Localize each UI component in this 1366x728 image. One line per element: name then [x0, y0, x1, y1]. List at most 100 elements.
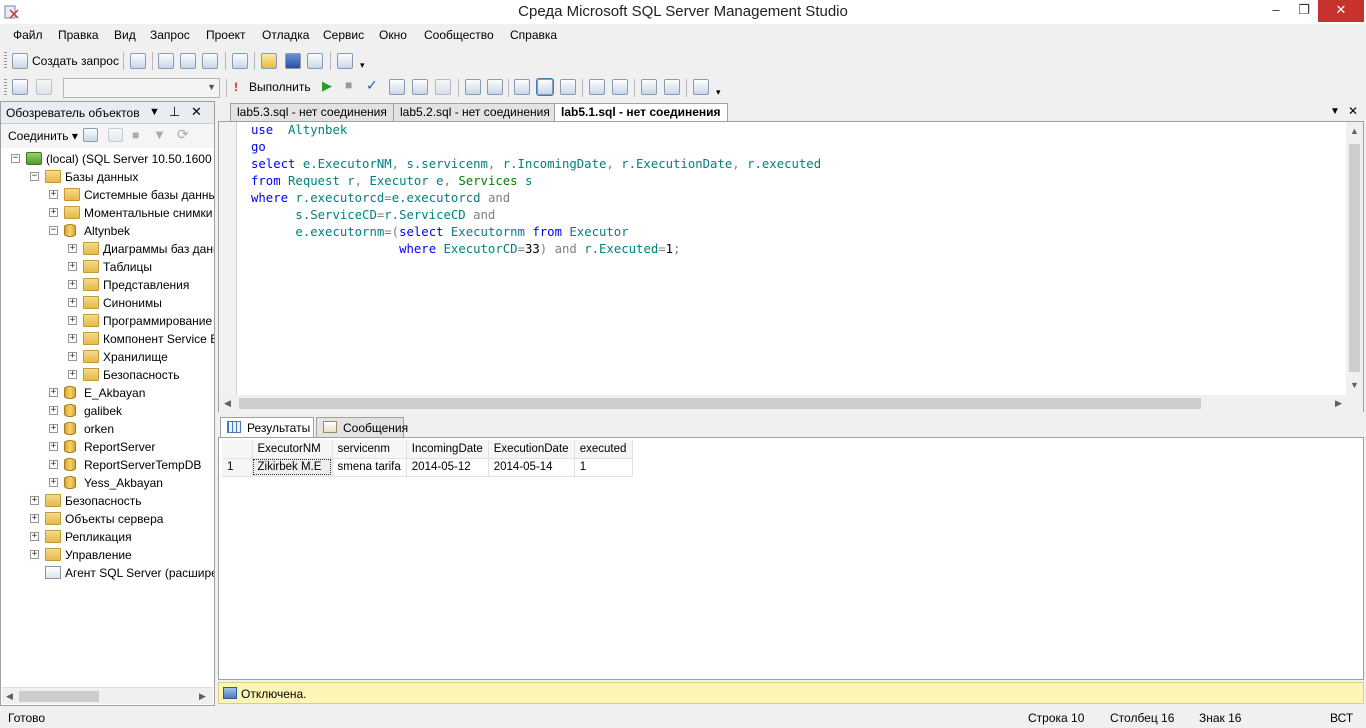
tree-node[interactable]: − Altynbek — [1, 222, 214, 240]
toolbar-grip[interactable] — [4, 79, 7, 97]
scroll-up-icon[interactable]: ▲ — [1350, 126, 1359, 136]
menu-query[interactable]: Запрос — [150, 28, 190, 42]
expand-icon[interactable]: + — [30, 496, 39, 505]
panel-menu-chevron-icon[interactable]: ▼ — [149, 106, 160, 118]
tree-node[interactable]: + Моментальные снимки — [1, 204, 214, 222]
table-row[interactable]: 1 Zikirbek M.E smena tarifa 2014-05-12 2… — [222, 458, 633, 477]
grid-cell[interactable]: smena tarifa — [332, 458, 407, 477]
results-to-text-icon[interactable] — [514, 79, 530, 95]
tree-node[interactable]: + Репликация — [1, 528, 214, 546]
menu-debug[interactable]: Отладка — [262, 28, 309, 42]
database-engine-query-icon[interactable] — [158, 53, 174, 69]
new-project-icon[interactable] — [232, 53, 248, 69]
scroll-left-icon[interactable]: ◀ — [6, 691, 13, 702]
dmx-query-icon[interactable] — [202, 53, 218, 69]
results-to-file-icon[interactable] — [560, 79, 576, 95]
tree-node[interactable]: + Yess_Akbayan — [1, 474, 214, 492]
tab-results[interactable]: Результаты — [220, 417, 314, 437]
pin-icon[interactable]: ⊥ — [169, 104, 180, 120]
menu-project[interactable]: Проект — [206, 28, 246, 42]
new-file-icon[interactable] — [130, 53, 146, 69]
grid-cell[interactable]: 2014-05-14 — [488, 458, 575, 477]
expand-icon[interactable]: + — [68, 334, 77, 343]
menu-view[interactable]: Вид — [114, 28, 136, 42]
expand-icon[interactable]: + — [68, 280, 77, 289]
tree-node[interactable]: + ReportServer — [1, 438, 214, 456]
code-line[interactable]: e.executornm=(select Executornm from Exe… — [251, 224, 821, 241]
code-line[interactable]: s.ServiceCD=r.ServiceCD and — [251, 207, 821, 224]
comment-out-icon[interactable] — [589, 79, 605, 95]
expand-icon[interactable]: + — [68, 352, 77, 361]
editor-hscrollbar[interactable]: ◀ ▶ — [219, 395, 1363, 412]
toolbar-overflow-icon[interactable]: ▾ — [360, 60, 365, 71]
scroll-right-icon[interactable]: ▶ — [199, 691, 206, 702]
scrollbar-thumb[interactable] — [1349, 144, 1360, 372]
sql-code[interactable]: use Altynbek go select e.ExecutorNM, s.ser… — [251, 122, 821, 258]
connect-icon[interactable] — [12, 79, 28, 95]
collapse-icon[interactable]: − — [30, 172, 39, 181]
tree-node[interactable]: + Безопасность — [1, 366, 214, 384]
tree-node[interactable]: + Управление — [1, 546, 214, 564]
close-tab-icon[interactable]: ✕ — [1348, 104, 1358, 118]
collapse-icon[interactable]: − — [11, 154, 20, 163]
decrease-indent-icon[interactable] — [641, 79, 657, 95]
menu-file[interactable]: Файл — [13, 28, 43, 42]
tree-node[interactable]: + Объекты сервера — [1, 510, 214, 528]
scroll-down-icon[interactable]: ▼ — [1350, 380, 1359, 390]
scrollbar-thumb[interactable] — [19, 691, 99, 702]
code-line[interactable]: select e.ExecutorNM, s.servicenm, r.Inco… — [251, 156, 821, 173]
minimize-button[interactable]: – — [1262, 0, 1290, 22]
column-header[interactable]: ExecutorNM — [252, 440, 333, 459]
tab-list-chevron-icon[interactable]: ▼ — [1330, 106, 1340, 117]
tree-node[interactable]: + Безопасность — [1, 492, 214, 510]
row-number-header[interactable] — [222, 440, 253, 459]
new-query-button[interactable]: Создать запрос — [32, 54, 119, 68]
close-button[interactable]: ✕ — [1318, 0, 1364, 22]
activity-monitor-icon[interactable] — [337, 53, 353, 69]
include-plan-icon[interactable] — [487, 79, 503, 95]
print-icon[interactable] — [307, 53, 323, 69]
menu-help[interactable]: Справка — [510, 28, 557, 42]
stop-icon[interactable]: ■ — [345, 78, 352, 92]
grid-cell[interactable]: Zikirbek M.E — [252, 458, 333, 477]
expand-icon[interactable]: + — [68, 262, 77, 271]
expand-icon[interactable]: + — [49, 208, 58, 217]
tab-lab5-1[interactable]: lab5.1.sql - нет соединения — [554, 103, 728, 121]
expand-icon[interactable]: + — [49, 190, 58, 199]
tree-node[interactable]: + Системные базы данных — [1, 186, 214, 204]
menu-window[interactable]: Окно — [379, 28, 407, 42]
tree-node[interactable]: + E_Akbayan — [1, 384, 214, 402]
grid-cell[interactable]: 1 — [574, 458, 633, 477]
results-to-grid-icon[interactable] — [536, 78, 554, 96]
tree-node[interactable]: + ReportServerTempDB — [1, 456, 214, 474]
tab-messages[interactable]: Сообщения — [316, 417, 408, 437]
toolbar-grip[interactable] — [4, 52, 7, 70]
expand-icon[interactable]: + — [49, 442, 58, 451]
column-header[interactable]: executed — [574, 440, 633, 459]
tree-node[interactable]: Агент SQL Server (расширенный) — [1, 564, 214, 582]
code-line[interactable]: where ExecutorCD=33) and r.Executed=1; — [251, 241, 821, 258]
connect-object-explorer-icon[interactable] — [83, 128, 98, 142]
grid-cell[interactable]: 2014-05-12 — [406, 458, 489, 477]
stop-icon[interactable]: ■ — [132, 128, 139, 142]
tree-node[interactable]: + Компонент Service Broker — [1, 330, 214, 348]
column-header[interactable]: servicenm — [332, 440, 407, 459]
tab-lab5-2[interactable]: lab5.2.sql - нет соединения — [393, 103, 557, 121]
tree-node[interactable]: + Представления — [1, 276, 214, 294]
connect-dropdown-button[interactable]: Соединить ▾ — [8, 129, 78, 143]
code-line[interactable]: from Request r, Executor e, Services s — [251, 173, 821, 190]
column-header[interactable]: IncomingDate — [406, 440, 489, 459]
toolbar-overflow-icon[interactable]: ▾ — [716, 87, 721, 98]
expand-icon[interactable]: + — [49, 460, 58, 469]
tree-node[interactable]: + Хранилище — [1, 348, 214, 366]
refresh-icon[interactable]: ⟳ — [177, 126, 189, 143]
menu-edit[interactable]: Правка — [58, 28, 99, 42]
scroll-right-icon[interactable]: ▶ — [1335, 398, 1342, 409]
expand-icon[interactable]: + — [30, 514, 39, 523]
save-icon[interactable] — [285, 53, 301, 69]
tree-node[interactable]: + Синонимы — [1, 294, 214, 312]
scrollbar-thumb[interactable] — [239, 398, 1201, 409]
expand-icon[interactable]: + — [68, 298, 77, 307]
tree-node[interactable]: + orken — [1, 420, 214, 438]
expand-icon[interactable]: + — [49, 424, 58, 433]
